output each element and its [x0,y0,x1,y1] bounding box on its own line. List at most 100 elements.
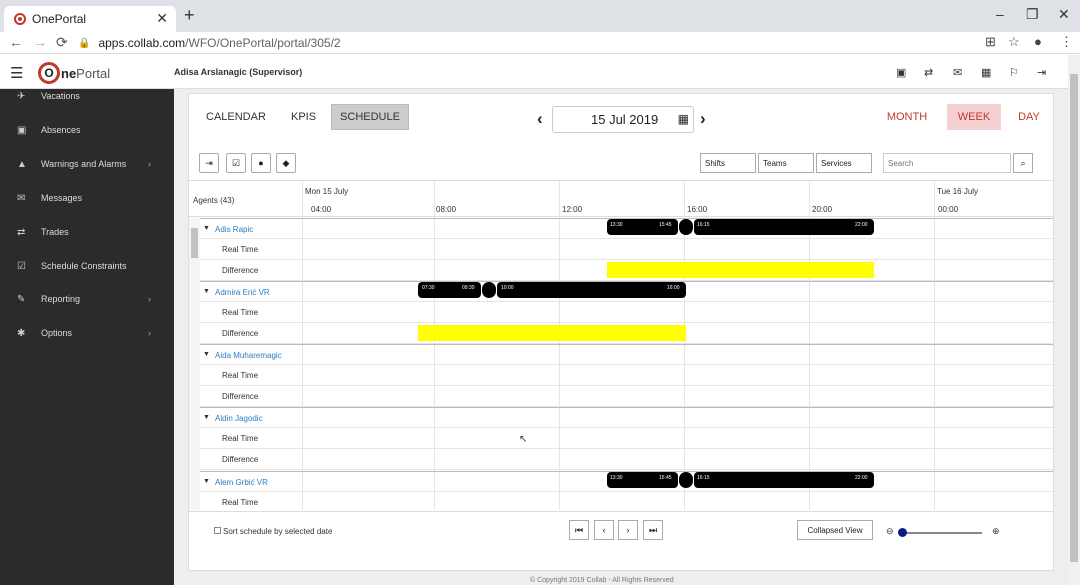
star-icon[interactable]: ☆ [1008,34,1020,50]
chevron-right-icon: › [148,328,151,338]
calendar-check-icon[interactable]: ☑ [226,153,246,173]
zoom-out-icon[interactable]: ⊖ [886,526,894,537]
new-tab-icon[interactable]: + [184,5,195,26]
hamburger-menu-icon[interactable]: ☰ [10,64,23,82]
agent-name[interactable]: Alem Grbić VR [215,478,268,487]
period-week[interactable]: WEEK [947,104,1001,130]
grid-scrollbar-thumb[interactable] [191,228,198,258]
agent-row[interactable]: ▼ Aldin Jagodic [189,407,1053,428]
calendar-icon[interactable]: ▦ [678,112,689,126]
hour-label: 20:00 [812,205,833,214]
first-page-icon[interactable]: ⏮ [569,520,589,540]
agent-row[interactable]: ▼ Aida Muharemagic [189,344,1053,365]
sort-checkbox[interactable] [214,527,221,534]
swap-icon[interactable]: ⇄ [924,66,933,79]
shift-block[interactable]: 16:15 22:00 [694,219,874,235]
mouse-cursor-icon: ↖ [519,434,528,445]
translate-icon[interactable]: ⊞ [985,34,996,50]
difference-row: Difference [189,386,1053,407]
zoom-in-icon[interactable]: ⊕ [992,526,1000,537]
period-day[interactable]: DAY [1014,104,1044,130]
break-block[interactable] [679,219,693,235]
agent-name[interactable]: Aida Muharemagic [215,351,282,360]
collapse-triangle-icon[interactable]: ▼ [203,288,210,295]
login-icon[interactable]: ⇥ [199,153,219,173]
shift-block[interactable]: 13:30 15:45 [607,472,678,488]
search-icon[interactable]: ⌕ [1013,153,1033,173]
comment-icon[interactable]: ◆ [276,153,296,173]
sort-label: Sort schedule by selected date [223,527,333,536]
calendar-x-icon[interactable]: ▣ [896,66,906,79]
browser-menu-icon[interactable]: ⋮ [1060,34,1073,50]
tab-kpis[interactable]: KPIS [291,111,316,123]
collapse-triangle-icon[interactable]: ▼ [203,225,210,232]
search-input[interactable] [883,153,1011,173]
collapse-triangle-icon[interactable]: ▼ [203,351,210,358]
sidebar-item-messages[interactable]: ✉ Messages [0,188,174,208]
zoom-slider[interactable] [900,532,982,534]
grid-icon[interactable]: ▦ [981,66,991,79]
row-label: Real Time [222,308,259,317]
sidebar-item-vacations[interactable]: ✈ Vacations [0,86,174,106]
realtime-row: Real Time [189,492,1053,510]
close-tab-icon[interactable]: ✕ [156,10,168,27]
next-date-icon[interactable]: › [700,109,706,129]
difference-row: Difference [189,260,1053,281]
agent-row[interactable]: ▼ Alem Grbić VR 13:30 15:45 16:15 22:00 [189,471,1053,492]
shift-block[interactable]: 10:00 16:00 [497,282,686,298]
shift-block[interactable]: 13:30 15:45 [607,219,678,235]
row-label: Difference [222,266,259,275]
agent-row[interactable]: ▼ Admira Erić VR 07:30 09:30 10:00 16:00 [189,281,1053,302]
shift-start: 13:30 [610,475,623,481]
logo-text-portal: Portal [76,65,111,81]
shift-block[interactable]: 07:30 09:30 [418,282,481,298]
sidebar-item-reporting[interactable]: ✎ Reporting › [0,289,174,309]
back-icon[interactable]: ← [9,34,23,50]
sidebar-item-options[interactable]: ✱ Options › [0,323,174,343]
lock-icon: 🔒 [78,37,91,49]
sidebar-item-trades[interactable]: ⇄ Trades [0,222,174,242]
oneportal-logo[interactable]: O ne Portal [38,62,110,84]
grid-header: Agents (43) Mon 15 July Tue 16 July 04:0… [189,180,1053,217]
account-icon[interactable]: ● [1034,34,1042,49]
envelope-icon[interactable]: ✉ [953,66,962,79]
forward-icon[interactable]: → [33,34,47,50]
agent-row[interactable]: ▼ Adis Rapic 13:30 15:45 16:15 22:00 [189,218,1053,239]
user-icon[interactable]: ● [251,153,271,173]
agent-name[interactable]: Aldin Jagodic [215,414,263,423]
grid-scrollbar[interactable] [189,218,200,510]
url-field[interactable]: 🔒 apps.collab.com/WFO/OnePortal/portal/3… [78,33,978,53]
browser-tab[interactable]: OnePortal ✕ [4,6,176,32]
break-block[interactable] [679,472,693,488]
tab-schedule[interactable]: SCHEDULE [331,104,409,130]
break-block[interactable] [482,282,496,298]
period-month[interactable]: MONTH [882,104,932,130]
window-close-icon[interactable]: ✕ [1058,6,1070,23]
sidebar-item-warnings[interactable]: ▲ Warnings and Alarms › [0,154,174,174]
shift-block[interactable]: 16:15 22:00 [694,472,874,488]
sidebar-item-absences[interactable]: ▣ Absences [0,120,174,140]
shifts-filter-button[interactable]: Shifts [700,153,756,173]
restore-icon[interactable]: ❐ [1026,6,1039,23]
page-scrollbar-thumb[interactable] [1070,74,1078,562]
reload-icon[interactable]: ⟳ [56,34,68,51]
last-page-icon[interactable]: ⏭ [643,520,663,540]
tab-calendar[interactable]: CALENDAR [206,111,266,123]
teams-filter-button[interactable]: Teams [758,153,814,173]
flag-icon[interactable]: ⚐ [1009,66,1019,79]
prev-page-icon[interactable]: ‹ [594,520,614,540]
logout-icon[interactable]: ⇥ [1037,66,1046,79]
minimize-icon[interactable]: – [996,6,1004,22]
sidebar-item-schedule-constraints[interactable]: ☑ Schedule Constraints [0,256,174,276]
collapsed-view-button[interactable]: Collapsed View [797,520,873,540]
agent-name[interactable]: Adis Rapic [215,225,253,234]
services-filter-button[interactable]: Services [816,153,872,173]
collapse-triangle-icon[interactable]: ▼ [203,414,210,421]
shift-end: 22:00 [855,222,868,228]
prev-date-icon[interactable]: ‹ [537,109,543,129]
zoom-slider-knob[interactable] [898,528,907,537]
collapse-triangle-icon[interactable]: ▼ [203,478,210,485]
agent-name[interactable]: Admira Erić VR [215,288,270,297]
date-picker[interactable]: 15 Jul 2019 ▦ [552,106,694,133]
next-page-icon[interactable]: › [618,520,638,540]
